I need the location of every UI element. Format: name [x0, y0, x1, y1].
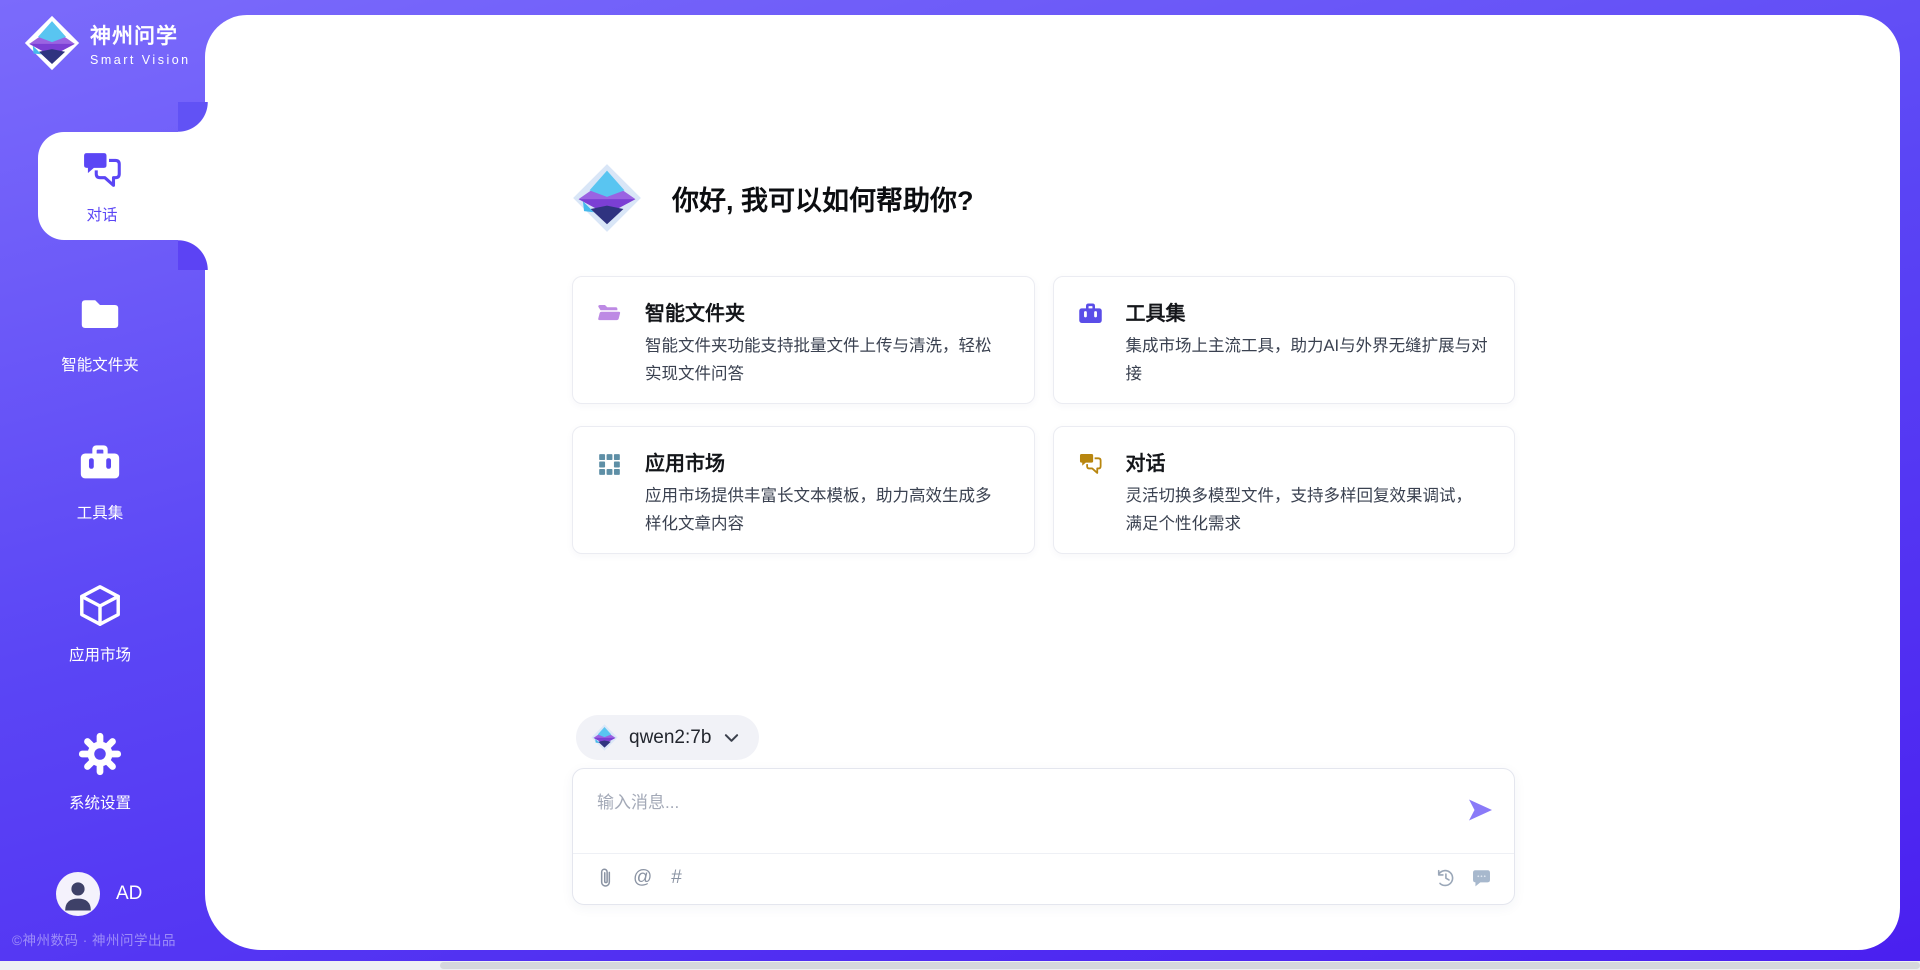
- card-title: 应用市场: [645, 447, 1008, 476]
- folder-icon: [77, 293, 123, 339]
- sidebar-item-label: 工具集: [30, 501, 170, 523]
- open-folder-icon: [596, 301, 623, 328]
- sidebar-item-app-market[interactable]: 应用市场: [30, 583, 170, 665]
- cube-icon: [77, 583, 123, 629]
- model-selector[interactable]: qwen2:7b: [576, 715, 759, 760]
- greeting-block: 你好, 我可以如何帮助你?: [572, 163, 974, 233]
- hash-icon[interactable]: #: [671, 866, 682, 889]
- chat-icon: [1077, 451, 1104, 478]
- card-description: 智能文件夹功能支持批量文件上传与清洗，轻松实现文件问答: [645, 333, 1008, 388]
- gear-icon: [77, 731, 123, 777]
- card-title: 智能文件夹: [645, 297, 1008, 326]
- scrollbar-thumb[interactable]: [440, 962, 1920, 969]
- history-icon[interactable]: [1435, 866, 1456, 889]
- briefcase-icon: [77, 441, 123, 487]
- card-smart-folder[interactable]: 智能文件夹 智能文件夹功能支持批量文件上传与清洗，轻松实现文件问答: [572, 276, 1035, 404]
- attachment-icon[interactable]: [597, 866, 614, 889]
- card-title: 工具集: [1126, 297, 1489, 326]
- sidebar-item-label: 系统设置: [30, 791, 170, 813]
- logo-diamond-icon: [572, 163, 642, 233]
- chevron-down-icon: [724, 733, 739, 743]
- grid-cube-icon: [596, 451, 623, 478]
- message-composer: @ #: [572, 768, 1515, 905]
- mention-icon[interactable]: @: [633, 866, 652, 889]
- person-icon: [56, 872, 100, 916]
- avatar: [56, 872, 100, 916]
- model-name: qwen2:7b: [629, 727, 711, 749]
- feature-cards: 智能文件夹 智能文件夹功能支持批量文件上传与清洗，轻松实现文件问答 工具集 集成…: [572, 276, 1515, 554]
- copyright-footer: ©神州数码 · 神州问学出品: [12, 929, 176, 949]
- briefcase-icon: [1077, 301, 1104, 328]
- horizontal-scrollbar[interactable]: [0, 961, 1920, 970]
- chat-icon: [79, 148, 125, 194]
- main-panel: 你好, 我可以如何帮助你? 智能文件夹 智能文件夹功能支持批量文件上传与清洗，轻…: [205, 15, 1900, 950]
- logo-diamond-icon: [24, 15, 80, 71]
- sidebar-item-label: 智能文件夹: [30, 353, 170, 375]
- brand-subtitle: Smart Vision: [90, 53, 191, 67]
- card-description: 集成市场上主流工具，助力AI与外界无缝扩展与对接: [1126, 333, 1489, 388]
- composer-divider: [573, 853, 1514, 854]
- sidebar-item-chat[interactable]: 对话: [38, 132, 208, 240]
- card-title: 对话: [1126, 447, 1489, 476]
- card-toolset[interactable]: 工具集 集成市场上主流工具，助力AI与外界无缝扩展与对接: [1053, 276, 1516, 404]
- greeting-text: 你好, 我可以如何帮助你?: [672, 179, 974, 218]
- logo-diamond-icon: [591, 724, 618, 751]
- user-name: AD: [116, 883, 142, 905]
- card-description: 灵活切换多模型文件，支持多样回复效果调试，满足个性化需求: [1126, 483, 1489, 538]
- comment-icon[interactable]: [1471, 866, 1492, 889]
- card-description: 应用市场提供丰富长文本模板，助力高效生成多样化文章内容: [645, 483, 1008, 538]
- sidebar-item-toolset[interactable]: 工具集: [30, 441, 170, 523]
- send-icon: [1466, 796, 1494, 824]
- brand-name: 神州问学: [90, 20, 191, 50]
- brand-logo-row: 神州问学 Smart Vision: [24, 15, 191, 71]
- card-app-market[interactable]: 应用市场 应用市场提供丰富长文本模板，助力高效生成多样化文章内容: [572, 426, 1035, 554]
- sidebar-item-label: 应用市场: [30, 643, 170, 665]
- message-input[interactable]: [573, 769, 1423, 841]
- sidebar-item-settings[interactable]: 系统设置: [30, 731, 170, 813]
- user-account[interactable]: AD: [56, 872, 142, 916]
- send-button[interactable]: [1466, 796, 1494, 824]
- sidebar-item-label: 对话: [86, 203, 117, 225]
- sidebar-item-smart-folder[interactable]: 智能文件夹: [30, 293, 170, 375]
- card-chat[interactable]: 对话 灵活切换多模型文件，支持多样回复效果调试，满足个性化需求: [1053, 426, 1516, 554]
